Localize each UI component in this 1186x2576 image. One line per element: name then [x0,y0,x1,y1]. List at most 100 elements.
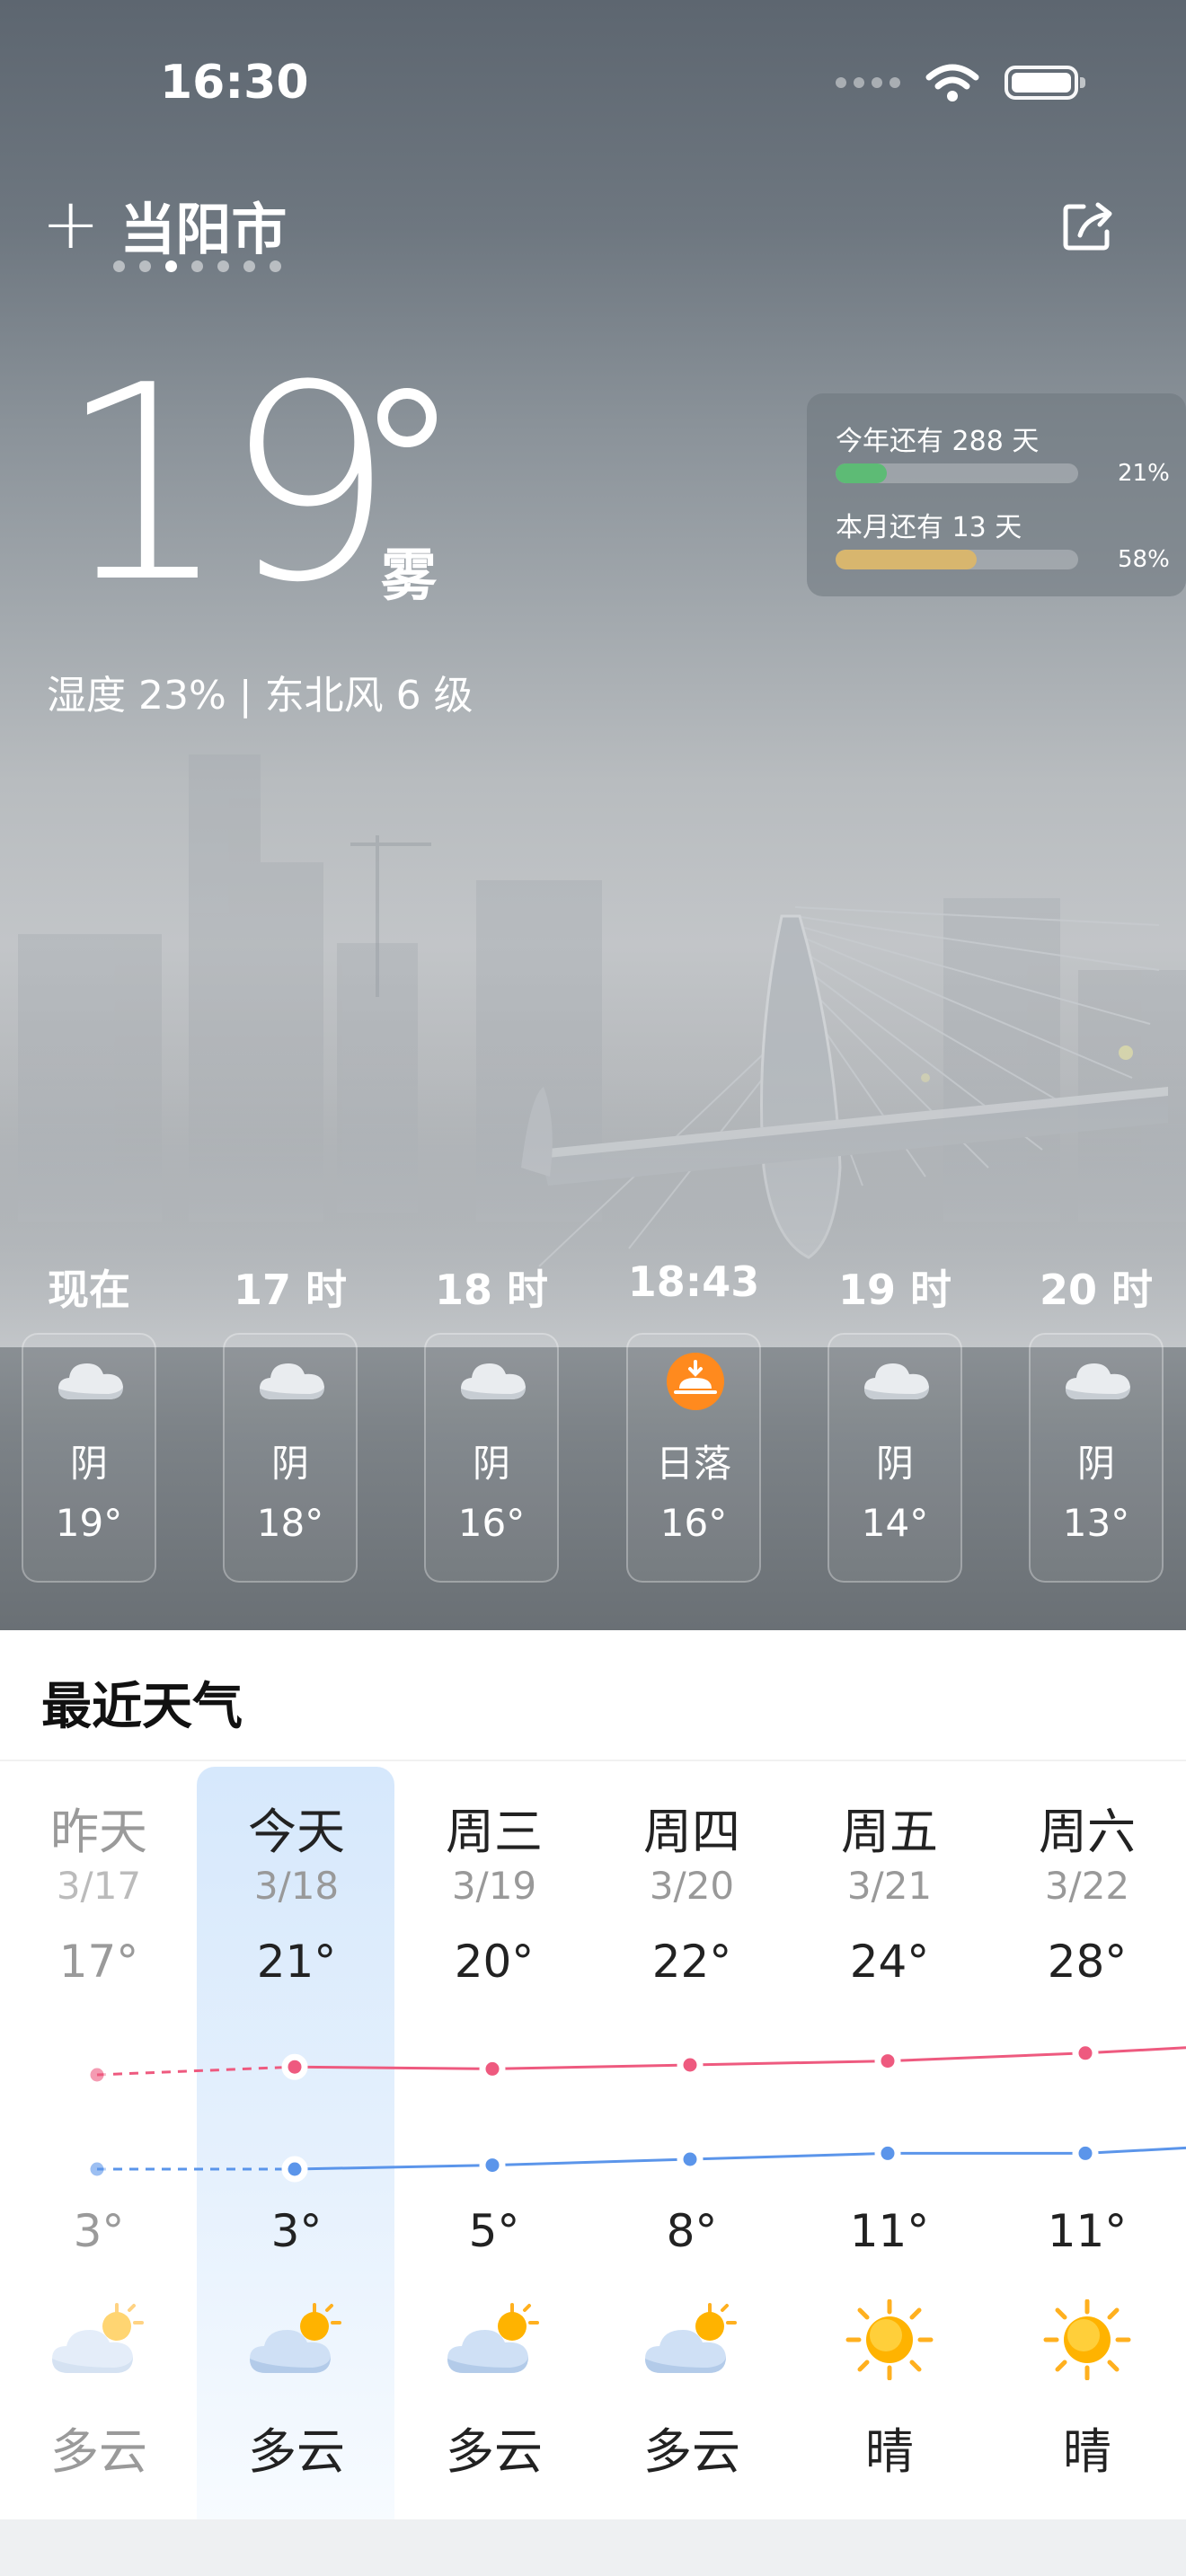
hour-time: 19 时 [837,1266,952,1314]
hour-temperature: 16° [659,1501,728,1545]
bottom-area [0,2519,1186,2576]
high-temp-point [479,2055,506,2082]
cloud-icon [461,1363,526,1399]
low-temp-point [281,2156,308,2183]
month-progress-label: 本月还有 13 天 [836,512,1022,543]
hour-condition: 日落 [655,1442,731,1486]
day-date: 3/22 [1044,1864,1130,1908]
partly-cloudy-icon [52,2303,144,2373]
day-low-temp: 3° [270,2205,323,2257]
status-indicators [836,63,1085,102]
low-temp-point [677,2146,704,2173]
year-progress: 今年还有 288 天 21% [836,419,1170,487]
high-temp-segment [887,2051,1086,2063]
month-progress-fill [836,550,977,569]
battery-icon [1005,66,1085,100]
day-name: 周五 [841,1804,938,1860]
page-dot-active [165,260,177,272]
hour-card[interactable]: 日落 16° [626,1333,761,1583]
low-temp-point [84,2156,111,2183]
partly-cloudy-icon [250,2303,341,2373]
high-temp-segment [1084,2046,1186,2055]
city-name[interactable]: 当阳市 [119,184,287,265]
page-dot [270,260,281,272]
day-low-temp: 8° [666,2205,718,2257]
day-date: 3/17 [56,1864,142,1908]
hour-condition: 阴 [472,1442,510,1486]
high-temp-point [281,2053,308,2080]
day-date: 3/21 [846,1864,933,1908]
day-name: 周三 [446,1804,543,1860]
day-high-temp: 28° [1047,1936,1128,1988]
day-date: 3/18 [253,1864,340,1908]
day-name: 周四 [643,1804,740,1860]
share-icon[interactable] [1058,196,1118,255]
year-progress-label: 今年还有 288 天 [836,426,1040,457]
partly-cloudy-icon [645,2303,737,2373]
cloud-icon [1066,1363,1130,1399]
humidity-wind-details: 湿度 23% | 东北风 6 级 [47,673,474,719]
city-selector[interactable]: + 当阳市 [41,184,287,265]
hour-time: 18 时 [434,1266,549,1314]
page-dot [217,260,229,272]
day-condition: 多云 [50,2423,147,2480]
hourly-forecast[interactable]: 现在 阴 19° 17 时 阴 18° 18 时 阴 16° 18:43 日落 … [0,1247,1186,1630]
hour-card[interactable]: 阴 16° [424,1333,559,1583]
month-progress: 本月还有 13 天 58% [836,505,1170,573]
cellular-signal-icon [836,77,900,88]
day-condition: 多云 [248,2423,345,2480]
day-low-temp: 3° [73,2205,125,2257]
hour-card[interactable]: 阴 18° [223,1333,358,1583]
hour-temperature: 13° [1062,1501,1130,1545]
hour-card[interactable]: 阴 13° [1029,1333,1164,1583]
day-high-temp: 24° [849,1936,930,1988]
partly-cloudy-icon [447,2303,539,2373]
day-condition: 晴 [865,2423,914,2480]
day-name: 周六 [1039,1804,1136,1860]
page-indicator [113,260,281,272]
sun-icon [1043,2299,1131,2380]
day-name: 今天 [248,1804,345,1860]
year-progress-fill [836,463,887,483]
low-temp-segment [491,2157,691,2167]
high-temp-segment [491,2063,691,2070]
hour-time: 17 时 [233,1266,348,1314]
low-temp-point [1072,2139,1099,2166]
low-temp-point [479,2152,506,2179]
hour-time: 18:43 [627,1257,760,1306]
high-temp-point [874,2048,901,2075]
day-date: 3/20 [649,1864,735,1908]
cloud-icon [864,1363,929,1399]
high-temp-segment [96,2065,296,2077]
page-dot [243,260,255,272]
day-low-temp: 11° [1047,2205,1128,2257]
divider [0,1760,1186,1761]
year-progress-bar [836,463,1078,483]
hour-temperature: 18° [256,1501,324,1545]
day-condition: 多云 [446,2423,543,2480]
high-temp-point [84,2061,111,2088]
hour-time: 现在 [48,1266,130,1314]
day-high-temp: 17° [58,1936,139,1988]
hour-condition: 阴 [270,1442,309,1486]
high-temp-segment [689,2060,889,2067]
year-progress-percent: 21% [1118,460,1170,487]
hour-card[interactable]: 阴 14° [828,1333,962,1583]
hour-temperature: 19° [55,1501,123,1545]
low-temp-segment [1084,2146,1186,2155]
month-progress-bar [836,550,1078,569]
page-dot [139,260,151,272]
cloud-icon [58,1363,123,1399]
day-condition: 晴 [1063,2423,1111,2480]
days-remaining-card: 今年还有 288 天 21% 本月还有 13 天 58% [807,393,1186,596]
day-date: 3/19 [451,1864,537,1908]
plus-icon[interactable]: + [41,190,100,260]
hour-card[interactable]: 阴 19° [22,1333,156,1583]
day-high-temp: 22° [651,1936,732,1988]
day-low-temp: 11° [849,2205,930,2257]
day-low-temp: 5° [468,2205,520,2257]
hour-condition: 阴 [875,1442,914,1486]
day-condition: 多云 [643,2423,740,2480]
temperature-trend-chart [84,2040,1186,2183]
high-temp-segment [294,2065,493,2070]
